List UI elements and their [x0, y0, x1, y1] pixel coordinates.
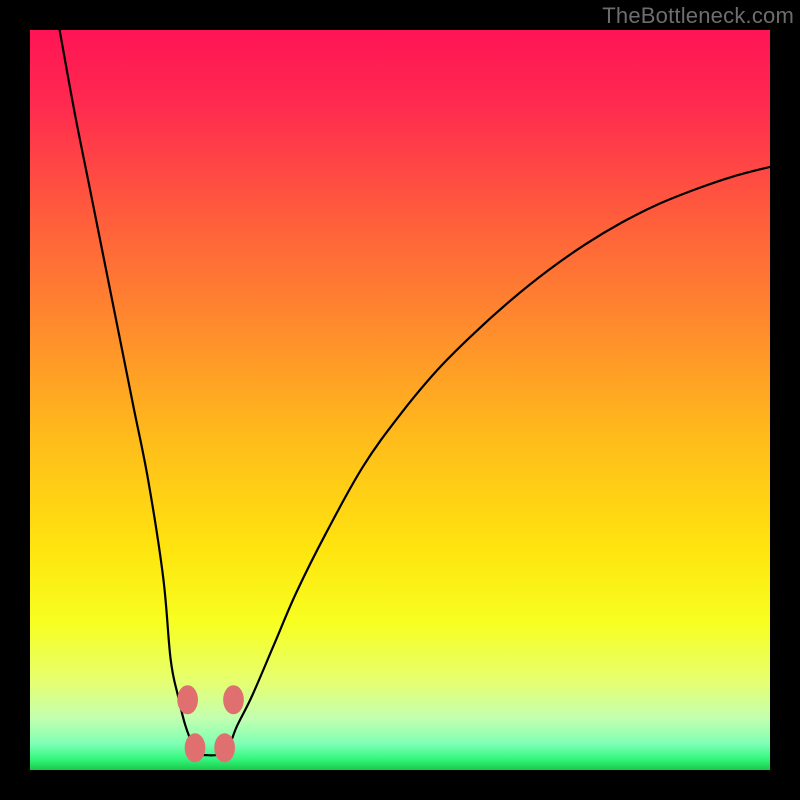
- curve-marker: [185, 733, 206, 762]
- watermark-text: TheBottleneck.com: [602, 3, 794, 29]
- chart-stage: TheBottleneck.com: [0, 0, 800, 800]
- curve-marker: [223, 685, 244, 714]
- curve-marker: [177, 685, 198, 714]
- plot-area: [30, 30, 770, 770]
- curve-markers: [177, 685, 244, 762]
- curve-marker: [214, 733, 235, 762]
- curve-layer: [30, 30, 770, 770]
- bottleneck-curve: [60, 30, 770, 755]
